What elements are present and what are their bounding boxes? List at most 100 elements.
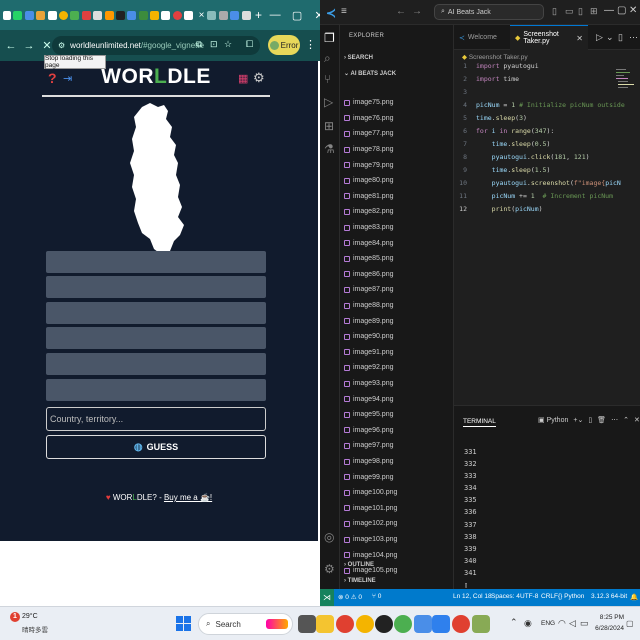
file-item[interactable]: image87.png (344, 282, 452, 298)
statistics-icon[interactable]: ▦ (238, 72, 248, 85)
tab-site-icon[interactable] (218, 10, 228, 20)
tab-site-icon[interactable] (127, 10, 137, 20)
testing-icon[interactable]: ⚗ (324, 142, 335, 156)
remote-icon[interactable]: ⋊ (320, 589, 334, 606)
tab-site-icon[interactable] (230, 10, 240, 20)
file-item[interactable]: image97.png (344, 438, 452, 454)
source-control-icon[interactable]: ⑂ (324, 72, 331, 86)
manage-gear-icon[interactable]: ⚙ (324, 562, 335, 576)
ports-indicator[interactable]: ⑂ 0 (372, 593, 381, 600)
gear-icon[interactable]: ⚙ (253, 70, 265, 86)
command-center-search[interactable]: ⌕ AI Beats Jack (434, 4, 544, 20)
chrome-profile-icon[interactable] (394, 615, 412, 633)
toggle-panel-icon[interactable]: ▭ (565, 6, 574, 17)
new-terminal-icon[interactable]: +⌄ (573, 416, 583, 424)
back-arrow-icon[interactable]: ← (396, 6, 406, 17)
buy-me-a-coffee-link[interactable]: Buy me a ☕! (164, 493, 212, 502)
file-item[interactable]: image95.png (344, 407, 452, 423)
wifi-icon[interactable]: ◠ (558, 618, 566, 629)
temperature[interactable]: 29°C (22, 613, 38, 620)
file-item[interactable]: image79.png (344, 157, 452, 173)
line-ending[interactable]: CRLF (541, 593, 558, 600)
file-item[interactable]: image76.png (344, 111, 452, 127)
file-item[interactable]: image90.png (344, 329, 452, 345)
maximize-icon[interactable]: ▢ (617, 5, 626, 16)
file-item[interactable]: image104.png (344, 547, 452, 563)
search-icon[interactable]: ⌕ (324, 51, 331, 66)
task-view-icon[interactable] (298, 615, 316, 633)
chrome-profile-icon[interactable] (452, 615, 470, 633)
file-item[interactable]: image99.png (344, 469, 452, 485)
file-item[interactable]: image82.png (344, 204, 452, 220)
tab-site-icon[interactable] (241, 10, 251, 20)
notifications-icon[interactable]: ▢ (626, 619, 634, 628)
language-mode[interactable]: {} Python (558, 593, 584, 600)
file-item[interactable]: image86.png (344, 267, 452, 283)
tab-whatsapp-icon[interactable] (13, 10, 23, 20)
back-arrow-icon[interactable]: ← (2, 40, 20, 52)
cursor-position[interactable]: Ln 12, Col 18 (453, 593, 492, 600)
search-section[interactable]: › SEARCH (344, 55, 373, 61)
app-icon[interactable] (472, 615, 490, 633)
forward-arrow-icon[interactable]: → (412, 6, 422, 17)
volume-icon[interactable]: ◁ (569, 618, 576, 629)
close-window-icon[interactable]: ✕ (629, 5, 637, 16)
tab-site-icon[interactable] (47, 10, 57, 20)
clock-date[interactable]: 6/28/2024 (588, 625, 624, 632)
vscode-icon[interactable] (432, 615, 450, 633)
file-item[interactable]: image101.png (344, 501, 452, 517)
tab-site-icon[interactable] (172, 10, 182, 20)
maximize-panel-icon[interactable]: ⌃ (623, 416, 629, 424)
tab-site-icon[interactable] (115, 10, 125, 20)
file-item[interactable]: image91.png (344, 345, 452, 361)
close-panel-icon[interactable]: ✕ (634, 416, 640, 424)
file-item[interactable]: image100.png (344, 485, 452, 501)
minimap[interactable] (616, 67, 636, 97)
file-item[interactable]: image98.png (344, 454, 452, 470)
folder-section[interactable]: ⌄ AI BEATS JACK (344, 70, 396, 77)
file-item[interactable]: image94.png (344, 391, 452, 407)
account-icon[interactable]: ◎ (324, 530, 334, 544)
sign-in-icon[interactable]: ⇥ (63, 72, 72, 85)
terminal-shell-selector[interactable]: ▣ Python (538, 416, 568, 424)
profile-error-button[interactable]: Error (268, 35, 300, 55)
customize-layout-icon[interactable]: ⊞ (590, 6, 598, 17)
help-icon[interactable]: ? (48, 70, 57, 86)
tab-site-icon[interactable] (207, 10, 217, 20)
outline-section[interactable]: › OUTLINE (344, 562, 374, 568)
timeline-section[interactable]: › TIMELINE (344, 578, 376, 584)
extensions-icon[interactable]: ⧠ (246, 39, 253, 50)
file-item[interactable]: image103.png (344, 532, 452, 548)
file-item[interactable]: image81.png (344, 189, 452, 205)
chrome-menu-icon[interactable]: ⋮ (305, 38, 316, 51)
tab-site-icon[interactable] (138, 10, 148, 20)
file-item[interactable]: image92.png (344, 360, 452, 376)
indentation[interactable]: Spaces: 4 (491, 593, 520, 600)
file-item[interactable]: image102.png (344, 516, 452, 532)
weather-alert-badge[interactable]: 1 (10, 612, 20, 622)
explorer-icon[interactable]: ❐ (324, 31, 335, 45)
show-hidden-icons[interactable]: ⌃ (510, 617, 518, 628)
extensions-icon[interactable]: ⊞ (324, 119, 334, 133)
site-info-icon[interactable]: ⚙ (58, 41, 65, 50)
terminal-output[interactable]: 331 332 333 334 335 336 337 338 339 340 341 ▯ (464, 448, 477, 593)
taskbar-search[interactable]: ⌕ Search (198, 613, 293, 635)
country-input[interactable]: Country, territory... (46, 407, 266, 431)
file-item[interactable]: image93.png (344, 376, 452, 392)
more-actions-icon[interactable]: ⋯ (629, 32, 638, 43)
run-debug-icon[interactable]: ▷ (324, 95, 333, 109)
tab-site-icon[interactable] (93, 10, 103, 20)
tab-screenshot-taker[interactable]: ◆ Screenshot Taker.py ✕ (510, 25, 588, 50)
python-interpreter[interactable]: 3.12.3 64-bit (591, 593, 627, 600)
split-editor-icon[interactable]: ▯ (618, 32, 623, 43)
tab-site-icon[interactable] (81, 10, 91, 20)
tab-site-icon[interactable] (150, 10, 160, 20)
run-dropdown-icon[interactable]: ⌄ (606, 32, 614, 43)
weather-description[interactable]: 晴時多雲 (22, 624, 48, 634)
minimize-icon[interactable]: — (604, 5, 614, 16)
notifications-bell-icon[interactable]: 🔔 (630, 593, 638, 601)
tray-app-icon[interactable]: ◉ (524, 618, 532, 629)
file-item[interactable]: image77.png (344, 126, 452, 142)
translate-icon[interactable]: ⊡ (210, 39, 218, 50)
install-app-icon[interactable]: ⧉ (196, 39, 202, 50)
